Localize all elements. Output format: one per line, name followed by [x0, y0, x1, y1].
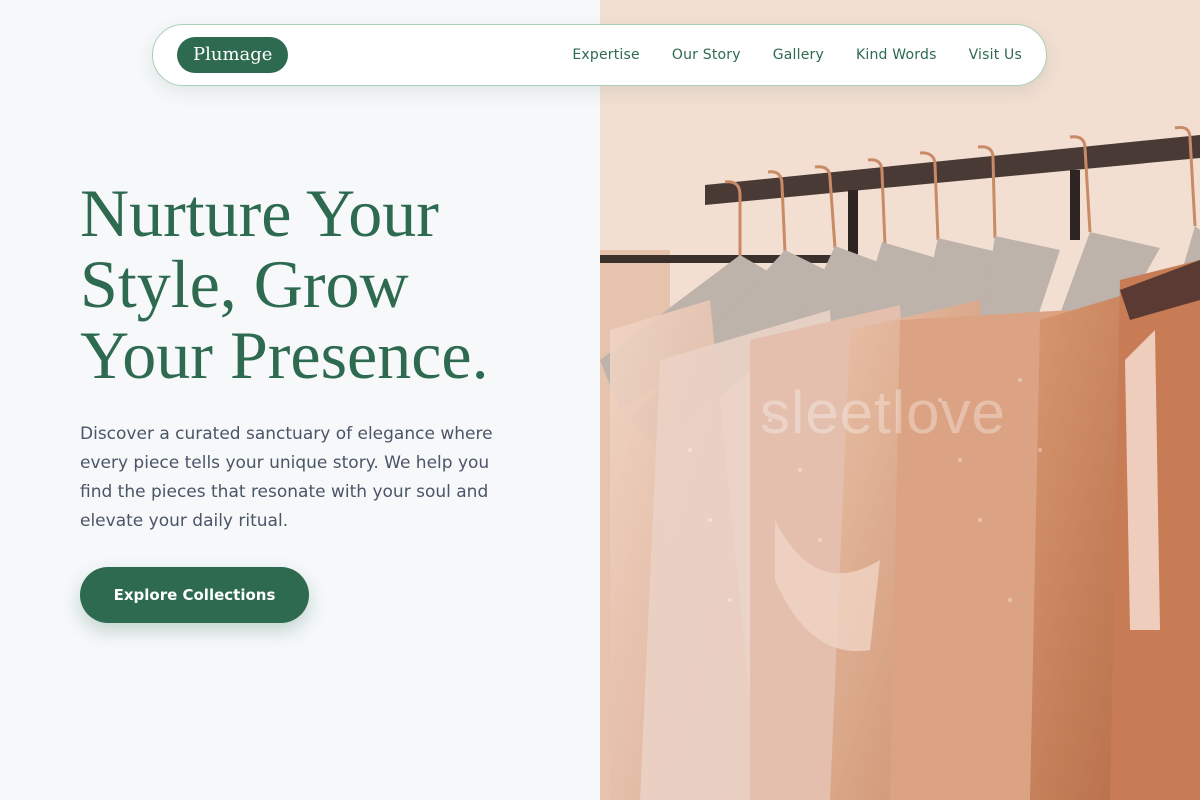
hero-title-line-1: Nurture Your — [80, 175, 439, 251]
nav-links: Expertise Our Story Gallery Kind Words V… — [572, 47, 1022, 63]
nav-link-kind-words[interactable]: Kind Words — [856, 47, 937, 63]
image-watermark: sleetlove — [760, 379, 1006, 446]
hero-title-line-2: Style, Grow — [80, 246, 409, 322]
hero-title: Nurture Your Style, Grow Your Presence. — [80, 178, 580, 391]
hero-description: Discover a curated sanctuary of elegance… — [80, 424, 493, 531]
top-navbar: Plumage Expertise Our Story Gallery Kind… — [152, 24, 1047, 86]
brand-logo[interactable]: Plumage — [177, 37, 289, 73]
nav-link-gallery[interactable]: Gallery — [773, 47, 824, 63]
hero-title-line-3: Your Presence. — [80, 317, 489, 393]
nav-link-expertise[interactable]: Expertise — [572, 47, 639, 63]
nav-link-visit-us[interactable]: Visit Us — [969, 47, 1022, 63]
hero-image: sleetlove — [600, 0, 1200, 800]
explore-collections-button[interactable]: Explore Collections — [80, 567, 309, 623]
nav-link-our-story[interactable]: Our Story — [672, 47, 741, 63]
